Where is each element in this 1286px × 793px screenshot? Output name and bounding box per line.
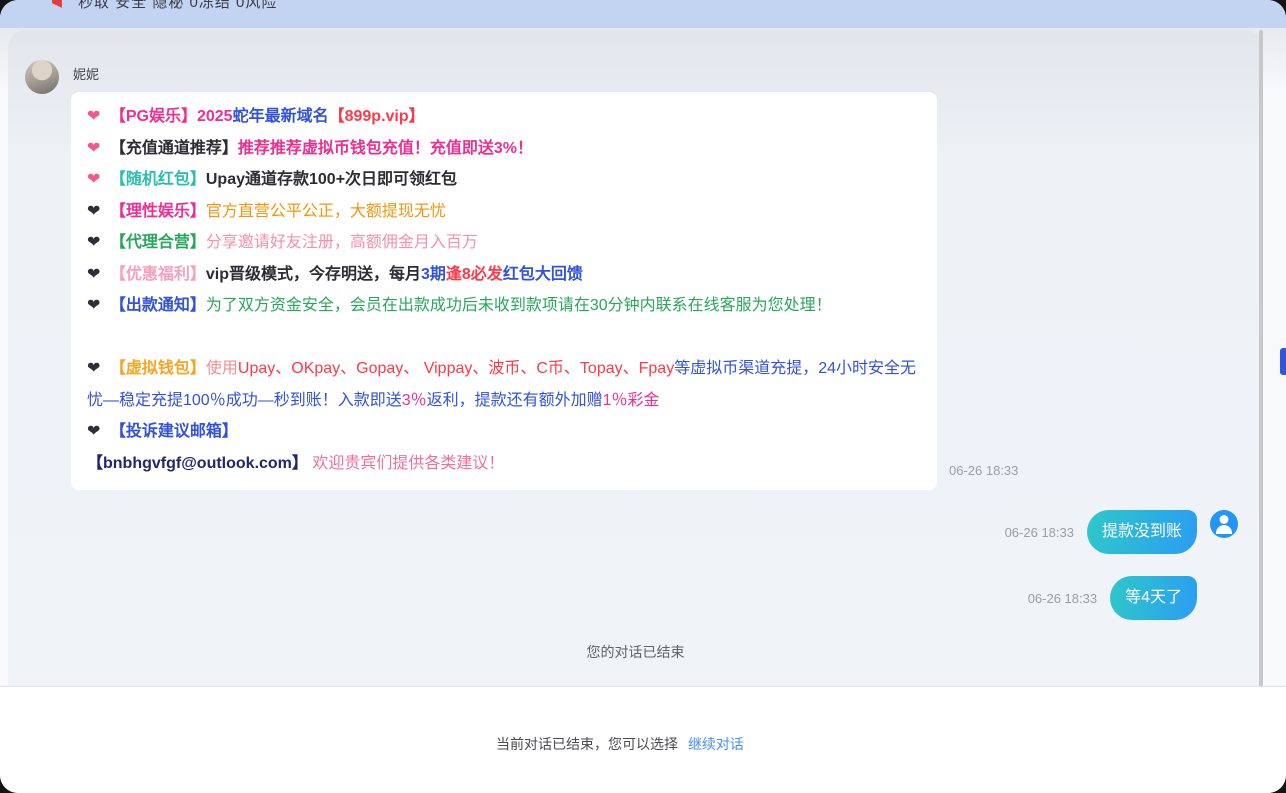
heart-icon: ❤: [87, 266, 105, 283]
continue-conversation-link[interactable]: 继续对话: [688, 736, 744, 752]
agent-avatar: [25, 60, 59, 94]
megaphone-icon: [52, 0, 70, 10]
broadcast-line: ❤ 【优惠福利】vip晋级模式，今存明送，每月3期逢8必发红包大回馈: [87, 259, 921, 291]
broadcast-line: ❤ 【虚拟钱包】使用Upay、OKpay、Gopay、 Vippay、波币、C币…: [87, 353, 921, 416]
user-message-list: 06-26 18:33 提款没到账 06-26 18:33 等4天了: [8, 490, 1263, 620]
vertical-scrollbar[interactable]: [1259, 30, 1263, 781]
broadcast-line: ❤ 【理性娱乐】官方直营公平公正，大额提现无忧: [87, 196, 921, 228]
conversation-ended-notice: 您的对话已结束: [8, 642, 1263, 662]
heart-icon: ❤: [87, 297, 105, 314]
agent-message-timestamp: 06-26 18:33: [949, 463, 1018, 478]
heart-icon: ❤: [87, 423, 105, 440]
side-widget-button[interactable]: [1280, 348, 1286, 375]
heart-icon: ❤: [87, 171, 105, 188]
broadcast-line: ❤ 【随机红包】Upay通道存款100+次日即可领红包: [87, 164, 921, 196]
user-message-bubble: 提款没到账: [1087, 510, 1197, 554]
broadcast-line: [87, 322, 921, 354]
heart-icon: ❤: [87, 108, 105, 125]
broadcast-card: ❤ 【PG娱乐】2025蛇年最新域名【899p.vip】❤ 【充值通道推荐】推荐…: [71, 92, 937, 490]
broadcast-line: 【bnbhgvfgf@outlook.com】 欢迎贵宾们提供各类建议！: [87, 448, 921, 480]
announcement-text: 秒取 安全 隐秘 0冻结 0风险: [78, 0, 277, 12]
chat-message-area: 妮妮 ❤ 【PG娱乐】2025蛇年最新域名【899p.vip】❤ 【充值通道推荐…: [8, 30, 1263, 686]
announcement-bar: 秒取 安全 隐秘 0冻结 0风险: [0, 0, 1286, 28]
agent-message-block: 妮妮 ❤ 【PG娱乐】2025蛇年最新域名【899p.vip】❤ 【充值通道推荐…: [8, 30, 1263, 490]
user-message-row: 06-26 18:33 提款没到账: [8, 510, 1238, 554]
agent-name: 妮妮: [73, 64, 937, 83]
user-message-bubble: 等4天了: [1110, 576, 1197, 620]
heart-icon: ❤: [87, 140, 105, 157]
chat-window: 秒取 安全 隐秘 0冻结 0风险 妮妮 ❤ 【PG娱乐】2025蛇年最新域名【8…: [0, 0, 1286, 793]
user-message-timestamp: 06-26 18:33: [1028, 591, 1097, 606]
broadcast-line: ❤ 【PG娱乐】2025蛇年最新域名【899p.vip】: [87, 101, 921, 133]
user-message-row: 06-26 18:33 等4天了: [8, 576, 1238, 620]
heart-icon: ❤: [87, 234, 105, 251]
footer-bar: 当前对话已结束，您可以选择 继续对话: [0, 686, 1286, 793]
broadcast-line: ❤ 【投诉建议邮箱】: [87, 416, 921, 448]
heart-icon: ❤: [87, 203, 105, 220]
footer-status-text: 当前对话已结束，您可以选择: [496, 736, 678, 752]
broadcast-line: ❤ 【充值通道推荐】推荐推荐虚拟币钱包充值！充值即送3%！: [87, 133, 921, 165]
user-message-timestamp: 06-26 18:33: [1005, 525, 1074, 540]
user-avatar-icon: [1210, 510, 1238, 538]
broadcast-line: ❤ 【出款通知】为了双方资金安全，会员在出款成功后未收到款项请在30分钟内联系在…: [87, 290, 921, 322]
broadcast-line: ❤ 【代理合营】分享邀请好友注册，高额佣金月入百万: [87, 227, 921, 259]
heart-icon: ❤: [87, 360, 105, 377]
